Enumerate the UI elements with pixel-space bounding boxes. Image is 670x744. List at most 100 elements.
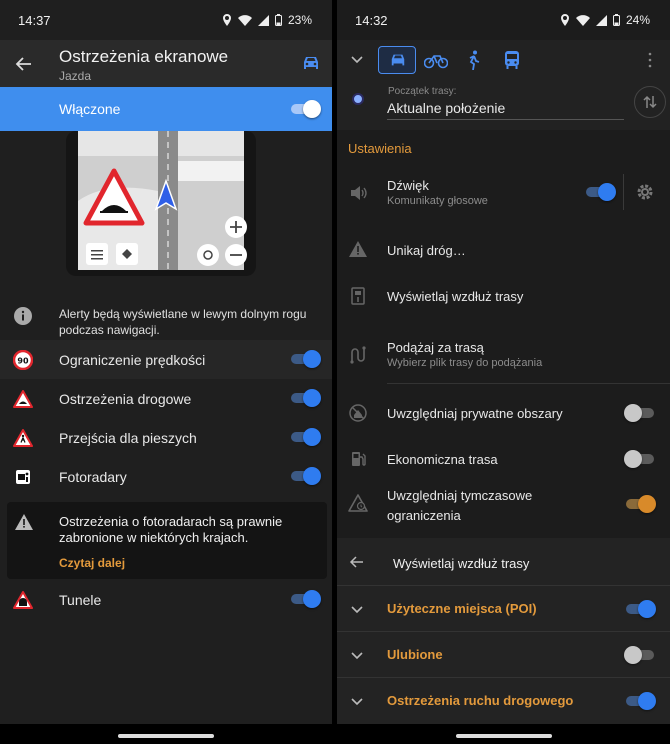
settings-heading: Ustawienia <box>348 141 412 156</box>
more-options-icon[interactable] <box>647 52 653 68</box>
svg-text:90: 90 <box>17 357 29 366</box>
car-icon <box>304 57 318 69</box>
route-planner-header: Początek trasy: Aktualne położenie <box>337 40 670 130</box>
mode-bus-button[interactable] <box>493 46 531 74</box>
left-screen: 14:37 23% Ostrzeżenia ekranowe Jazda Włą… <box>0 0 332 744</box>
section-title: Wyświetlaj wzdłuż trasy <box>393 556 530 571</box>
setting-label: Podążaj za trasą <box>387 340 484 355</box>
warning-icon <box>15 514 33 530</box>
page-subtitle: Jazda <box>59 69 92 83</box>
read-more-link[interactable]: Czytaj dalej <box>59 556 125 570</box>
wifi-icon <box>237 14 252 26</box>
location-icon <box>222 14 231 26</box>
alert-label: Fotoradary <box>59 469 127 485</box>
mode-bike-button[interactable] <box>417 46 455 74</box>
system-nav-bar <box>0 724 332 744</box>
status-icons: 23% <box>222 13 312 27</box>
speed-camera-legal-warning: Ostrzeżenia o fotoradarach są prawnie za… <box>7 502 327 579</box>
alert-row-tunnels[interactable]: Tunele <box>0 580 332 619</box>
signal-icon <box>595 14 607 26</box>
private-areas-toggle[interactable] <box>624 403 654 423</box>
swap-route-button[interactable] <box>634 86 666 118</box>
setting-label: Ekonomiczna trasa <box>387 452 498 467</box>
mode-walk-button[interactable] <box>455 46 493 74</box>
setting-follow-route[interactable]: Podążaj za trasą Wybierz plik trasy do p… <box>337 330 670 384</box>
tunnels-toggle[interactable] <box>291 589 321 609</box>
display-item-traffic-warnings[interactable]: Ostrzeżenia ruchu drogowego <box>337 678 670 724</box>
car-icon <box>391 54 405 66</box>
display-item-poi[interactable]: Użyteczne miejsca (POI) <box>337 586 670 632</box>
speed-cameras-toggle[interactable] <box>291 466 321 486</box>
mode-car-button[interactable] <box>378 46 416 74</box>
battery-level: 24% <box>625 13 650 27</box>
temporary-restrictions-toggle[interactable] <box>626 494 656 514</box>
setting-label: Unikaj dróg… <box>387 243 466 258</box>
enabled-bar[interactable]: Włączone <box>0 87 332 131</box>
display-along-route-panel: Wyświetlaj wzdłuż trasy Użyteczne miejsc… <box>337 538 670 724</box>
alert-label: Przejścia dla pieszych <box>59 430 197 446</box>
chevron-down-icon[interactable] <box>350 602 364 616</box>
warning-icon <box>349 241 367 257</box>
info-row: Alerty będą wyświetlane w lewym dolnym r… <box>0 292 332 340</box>
enabled-label: Włączone <box>59 101 121 117</box>
setting-temporary-restrictions[interactable]: Uwzględniaj tymczasowe ograniczenia <box>337 482 670 536</box>
speed-camera-icon <box>16 470 30 484</box>
home-gesture-pill[interactable] <box>118 734 214 738</box>
traffic-warnings-toggle[interactable] <box>626 691 656 711</box>
route-start-label: Początek trasy: <box>388 86 457 97</box>
setting-sound[interactable]: Dźwięk Komunikaty głosowe <box>337 166 670 220</box>
setting-label: Uwzględniaj tymczasowe ograniczenia <box>387 488 533 523</box>
setting-sub: Komunikaty głosowe <box>387 195 488 207</box>
chevron-down-icon[interactable] <box>350 694 364 708</box>
status-bar: 14:32 24% <box>337 0 670 40</box>
setting-avoid-roads[interactable]: Unikaj dróg… <box>337 226 670 272</box>
status-time: 14:37 <box>18 12 51 28</box>
setting-economic-route[interactable]: Ekonomiczna trasa <box>337 436 670 482</box>
chevron-down-icon[interactable] <box>350 648 364 662</box>
walking-icon <box>469 50 480 70</box>
back-arrow-icon[interactable] <box>14 54 34 74</box>
speed-limit-90-icon: 90 <box>13 350 33 370</box>
home-gesture-pill[interactable] <box>455 734 552 738</box>
poi-toggle[interactable] <box>626 599 656 619</box>
alert-row-road-warnings[interactable]: Ostrzeżenia drogowe <box>0 379 332 418</box>
alert-row-speed-cameras[interactable]: Fotoradary <box>0 457 332 496</box>
setting-label: Uwzględniaj prywatne obszary <box>387 406 563 421</box>
alert-row-speed-limit[interactable]: 90 Ograniczenie prędkości <box>0 340 332 379</box>
battery-icon <box>612 14 620 26</box>
setting-private-areas[interactable]: Uwzględniaj prywatne obszary <box>337 390 670 436</box>
display-item-label: Użyteczne miejsca (POI) <box>387 601 537 616</box>
status-time: 14:32 <box>355 12 388 28</box>
location-icon <box>560 14 569 26</box>
enabled-toggle[interactable] <box>291 99 321 119</box>
chevron-down-icon[interactable] <box>350 52 364 66</box>
app-header: Ostrzeżenia ekranowe Jazda <box>0 40 332 87</box>
info-text: Alerty będą wyświetlane w lewym dolnym r… <box>59 307 307 337</box>
alert-row-pedestrian-crossings[interactable]: Przejścia dla pieszych <box>0 418 332 457</box>
fuel-icon <box>352 452 366 466</box>
display-item-label: Ulubione <box>387 647 443 662</box>
speed-limit-toggle[interactable] <box>291 349 321 369</box>
tunnel-icon <box>13 591 33 609</box>
display-item-favorites[interactable]: Ulubione <box>337 632 670 678</box>
back-arrow-icon[interactable] <box>349 554 365 570</box>
road-warnings-toggle[interactable] <box>291 388 321 408</box>
swap-icon <box>643 95 657 109</box>
bicycle-icon <box>424 55 448 69</box>
status-bar: 14:37 23% <box>0 0 332 40</box>
battery-icon <box>274 14 282 26</box>
pedestrian-crossings-toggle[interactable] <box>291 427 321 447</box>
economic-route-toggle[interactable] <box>624 449 654 469</box>
route-start-input[interactable]: Aktualne położenie <box>387 100 505 116</box>
signal-icon <box>257 14 269 26</box>
bus-icon <box>505 51 519 69</box>
sound-toggle[interactable] <box>586 182 616 202</box>
route-file-icon <box>350 346 366 364</box>
origin-dot-icon <box>352 93 364 105</box>
battery-level: 23% <box>287 13 312 27</box>
gear-icon[interactable] <box>635 182 655 202</box>
status-icons: 24% <box>560 13 650 27</box>
alert-label: Tunele <box>59 592 102 608</box>
setting-display-along-route[interactable]: Wyświetlaj wzdłuż trasy <box>337 272 670 324</box>
favorites-toggle[interactable] <box>624 645 654 665</box>
